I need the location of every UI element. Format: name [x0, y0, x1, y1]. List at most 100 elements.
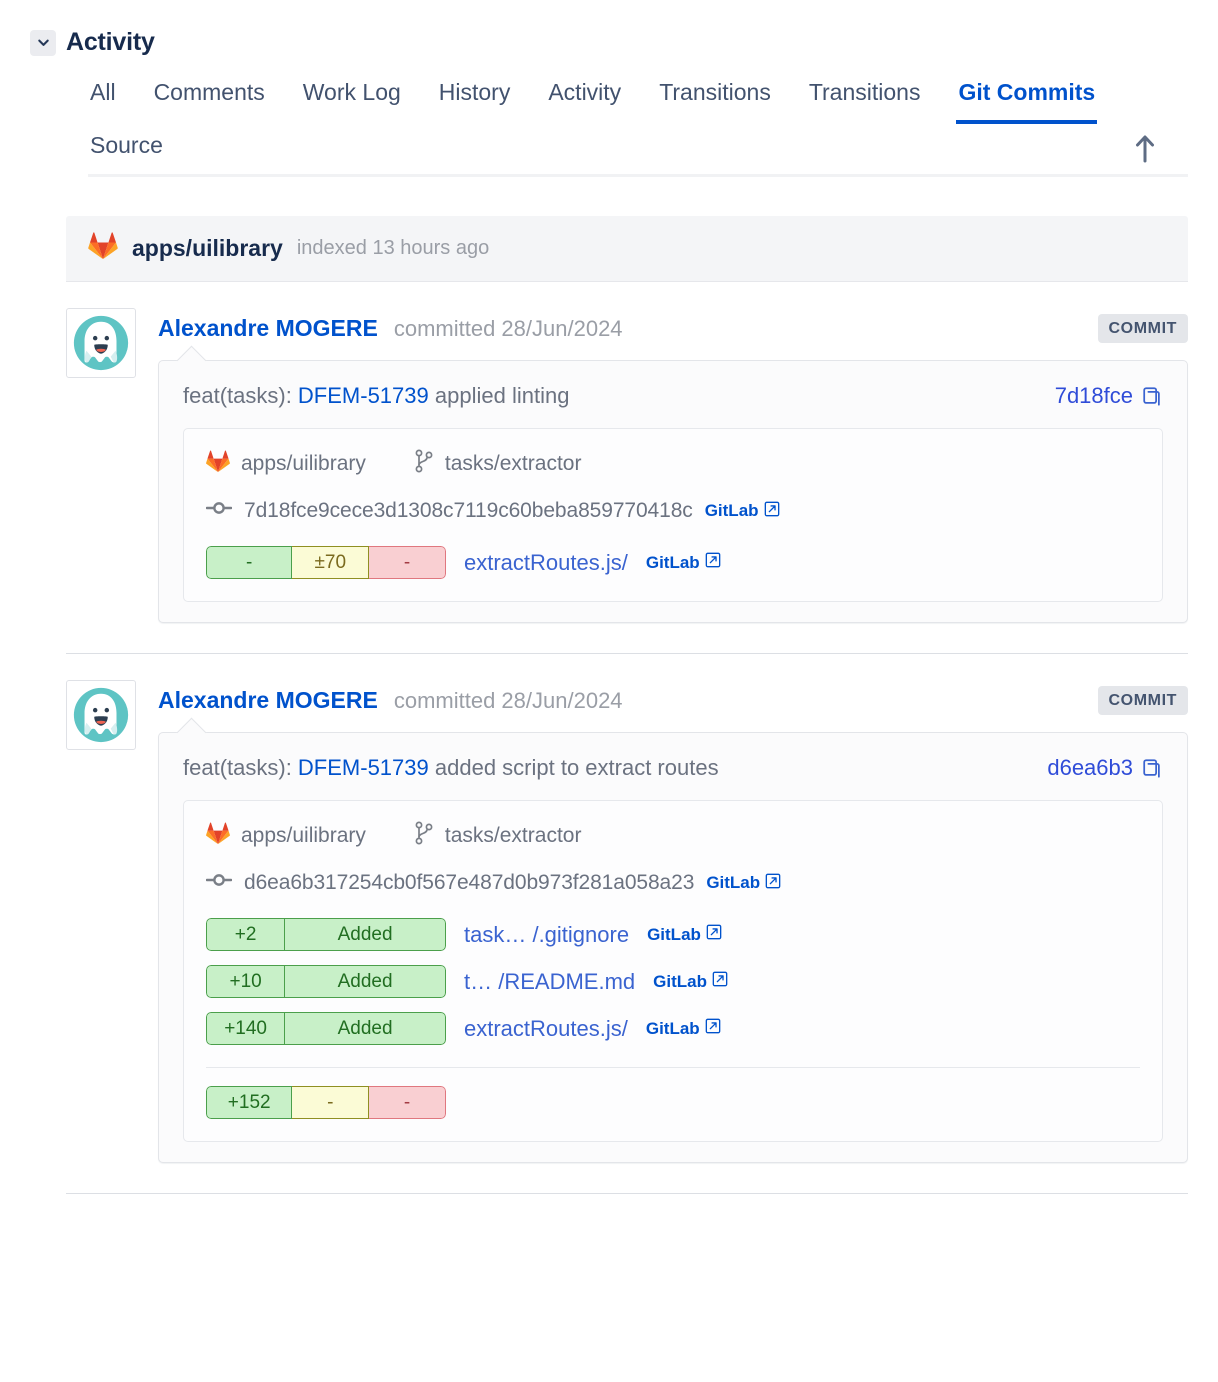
- activity-tabs: All Comments Work Log History Activity T…: [0, 57, 1218, 177]
- diff-stat-bar: +10 Added: [206, 965, 446, 998]
- diff-added-count: -: [206, 546, 292, 579]
- summary-deleted-count: -: [369, 1086, 446, 1119]
- commit-repo-branch-row: apps/uilibrary: [206, 449, 1140, 479]
- commit-message: feat(tasks): DFEM-51739 added script to …: [183, 755, 719, 781]
- gitlab-external-link[interactable]: GitLab: [653, 971, 728, 992]
- external-link-icon: [705, 552, 721, 573]
- sort-order-button[interactable]: [1134, 133, 1156, 166]
- diff-status-label: Added: [285, 965, 446, 998]
- commit-date: committed 28/Jun/2024: [394, 316, 623, 342]
- gitlab-icon: [88, 232, 118, 265]
- issue-key-link[interactable]: DFEM-51739: [298, 755, 429, 780]
- gitlab-link-label: GitLab: [647, 925, 701, 945]
- ghost-avatar-icon: [70, 312, 132, 374]
- arrow-up-icon: [1134, 151, 1156, 166]
- ghost-avatar-icon: [70, 684, 132, 746]
- copy-icon[interactable]: [1141, 385, 1163, 407]
- external-link-icon: [705, 1018, 721, 1039]
- external-link-icon: [706, 924, 722, 945]
- file-diff-row: - ±70 - extractRoutes.js/ GitLab: [206, 546, 1140, 579]
- commit-repository-label: apps/uilibrary: [241, 452, 366, 476]
- gitlab-external-link[interactable]: GitLab: [706, 873, 781, 894]
- commit-hash-short[interactable]: 7d18fce: [1055, 383, 1133, 409]
- diff-added-count: +2: [206, 918, 285, 951]
- commit-author[interactable]: Alexandre MOGERE: [158, 315, 378, 342]
- gitlab-link-label: GitLab: [706, 873, 760, 893]
- tab-transitions-2[interactable]: Transitions: [807, 71, 923, 124]
- commit-repository-label: apps/uilibrary: [241, 824, 366, 848]
- diff-added-count: +140: [206, 1012, 285, 1045]
- gitlab-external-link[interactable]: GitLab: [705, 501, 780, 522]
- commit-branch-label: tasks/extractor: [445, 824, 582, 848]
- gitlab-icon: [206, 450, 230, 479]
- commit-file-list: +2 Added task… /.gitignore GitLab: [206, 918, 1140, 1045]
- diff-modified-count: ±70: [292, 546, 369, 579]
- repository-indexed-time: indexed 13 hours ago: [297, 237, 489, 260]
- diff-stat-bar: - ±70 -: [206, 546, 446, 579]
- status-badge: COMMIT: [1098, 686, 1188, 715]
- tab-git-commits[interactable]: Git Commits: [956, 71, 1097, 124]
- activity-header: Activity: [0, 0, 1218, 57]
- repository-header[interactable]: apps/uilibrary indexed 13 hours ago: [66, 216, 1188, 282]
- file-name[interactable]: t… /README.md: [464, 969, 635, 995]
- commit-hash-short[interactable]: d6ea6b3: [1047, 755, 1133, 781]
- tab-activity[interactable]: Activity: [546, 71, 623, 124]
- gitlab-external-link[interactable]: GitLab: [646, 552, 721, 573]
- tabs-underline: [88, 174, 1188, 177]
- diff-stat-bar: +140 Added: [206, 1012, 446, 1045]
- summary-modified-count: -: [292, 1086, 369, 1119]
- commit-sha: 7d18fce9cece3d1308c7119c60beba859770418c: [244, 499, 693, 523]
- summary-divider: [206, 1067, 1140, 1068]
- commit-author[interactable]: Alexandre MOGERE: [158, 687, 378, 714]
- file-diff-row: +140 Added extractRoutes.js/ GitLab: [206, 1012, 1140, 1045]
- diff-status-label: Added: [285, 918, 446, 951]
- gitlab-external-link[interactable]: GitLab: [647, 924, 722, 945]
- tab-all[interactable]: All: [88, 71, 118, 124]
- commit-repository[interactable]: apps/uilibrary: [206, 450, 366, 479]
- commit-card: feat(tasks): DFEM-51739 applied linting …: [158, 360, 1188, 623]
- commit-file-list: - ±70 - extractRoutes.js/ GitLab: [206, 546, 1140, 579]
- summary-added-count: +152: [206, 1086, 292, 1119]
- status-badge: COMMIT: [1098, 314, 1188, 343]
- chevron-down-icon: [36, 35, 51, 50]
- commit-detail-panel: apps/uilibrary: [183, 800, 1163, 1142]
- external-link-icon: [712, 971, 728, 992]
- commit-message-suffix: added script to extract routes: [429, 755, 719, 780]
- collapse-activity-button[interactable]: [30, 30, 56, 56]
- tab-transitions-1[interactable]: Transitions: [657, 71, 773, 124]
- file-diff-row: +2 Added task… /.gitignore GitLab: [206, 918, 1140, 951]
- file-diff-row: +10 Added t… /README.md GitLab: [206, 965, 1140, 998]
- gitlab-link-label: GitLab: [646, 553, 700, 573]
- file-name[interactable]: extractRoutes.js/: [464, 1016, 628, 1042]
- commit-entry: Alexandre MOGERE committed 28/Jun/2024 C…: [0, 654, 1218, 1163]
- gitlab-external-link[interactable]: GitLab: [646, 1018, 721, 1039]
- commit-message: feat(tasks): DFEM-51739 applied linting: [183, 383, 569, 409]
- commit-repo-branch-row: apps/uilibrary: [206, 821, 1140, 851]
- commit-sha-row: 7d18fce9cece3d1308c7119c60beba859770418c…: [206, 498, 1140, 524]
- copy-icon[interactable]: [1141, 757, 1163, 779]
- diff-added-count: +10: [206, 965, 285, 998]
- file-name[interactable]: extractRoutes.js/: [464, 550, 628, 576]
- avatar[interactable]: [66, 308, 136, 378]
- file-name[interactable]: task… /.gitignore: [464, 922, 629, 948]
- commit-message-prefix: feat(tasks):: [183, 755, 298, 780]
- gitlab-link-label: GitLab: [705, 501, 759, 521]
- commit-repository[interactable]: apps/uilibrary: [206, 822, 366, 851]
- commit-message-suffix: applied linting: [429, 383, 570, 408]
- commit-branch-label: tasks/extractor: [445, 452, 582, 476]
- tab-history[interactable]: History: [437, 71, 513, 124]
- commit-branch[interactable]: tasks/extractor: [414, 821, 582, 851]
- diff-deleted-count: -: [369, 546, 446, 579]
- commit-date: committed 28/Jun/2024: [394, 688, 623, 714]
- git-branch-icon: [414, 821, 434, 851]
- avatar[interactable]: [66, 680, 136, 750]
- gitlab-icon: [206, 822, 230, 851]
- commit-message-prefix: feat(tasks):: [183, 383, 298, 408]
- commit-branch[interactable]: tasks/extractor: [414, 449, 582, 479]
- tab-comments[interactable]: Comments: [152, 71, 267, 124]
- commit-sha: d6ea6b317254cb0f567e487d0b973f281a058a23: [244, 871, 694, 895]
- page-title: Activity: [66, 28, 155, 57]
- issue-key-link[interactable]: DFEM-51739: [298, 383, 429, 408]
- tab-work-log[interactable]: Work Log: [301, 71, 403, 124]
- tab-source[interactable]: Source: [88, 124, 165, 177]
